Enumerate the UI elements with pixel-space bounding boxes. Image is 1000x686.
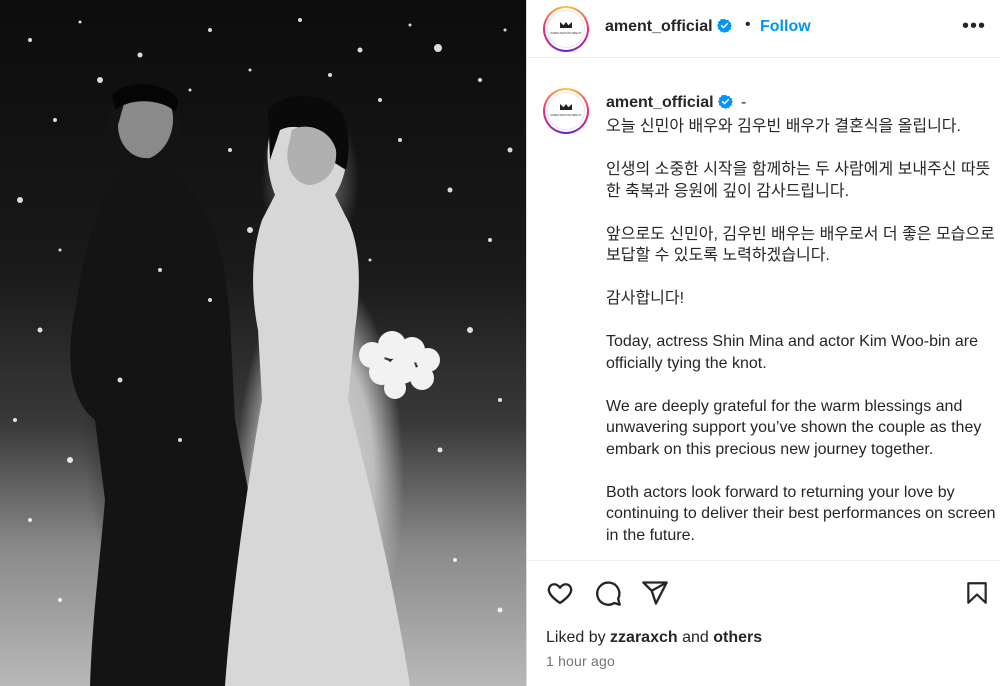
caption-paragraph: 감사합니다! bbox=[606, 290, 685, 307]
caption-paragraph: We are deeply grateful for the warm bles… bbox=[606, 397, 982, 458]
caption-paragraph: 오늘 신민아 배우와 김우빈 배우가 결혼식을 올립니다. bbox=[606, 118, 961, 135]
bookmark-icon[interactable] bbox=[964, 579, 990, 607]
caption-paragraph: Today, actress Shin Mina and actor Kim W… bbox=[606, 333, 979, 372]
follow-button[interactable]: Follow bbox=[760, 18, 811, 36]
caption-paragraph: 인생의 소중한 시작을 함께하는 두 사람에게 보내주신 따뜻한 축복과 응원에… bbox=[606, 161, 991, 200]
avatar[interactable]: AMENTERTAINMENT bbox=[543, 6, 589, 52]
post-header: AMENTERTAINMENT ament_official • Follow … bbox=[527, 0, 1000, 58]
caption-text: 오늘 신민아 배우와 김우빈 배우가 결혼식을 올립니다. 인생의 소중한 시작… bbox=[606, 116, 996, 558]
post-actions: Liked by zzaraxch and others 1 hour ago bbox=[527, 560, 1000, 686]
others-link[interactable]: others bbox=[713, 629, 762, 646]
post-panel: AMENTERTAINMENT ament_official • Follow … bbox=[526, 0, 1000, 686]
separator-dot: • bbox=[745, 16, 751, 33]
verified-badge-icon bbox=[717, 94, 733, 109]
wedding-photo bbox=[13, 18, 513, 686]
avatar-logo-text: AMENTERTAINMENT bbox=[550, 113, 582, 117]
caption-paragraph: Both actors look forward to returning yo… bbox=[606, 483, 996, 544]
username-text: ament_official bbox=[605, 18, 713, 35]
caption-author-link[interactable]: ament_official bbox=[606, 94, 733, 112]
more-options-icon[interactable]: ••• bbox=[962, 16, 986, 36]
avatar-logo-text: AMENTERTAINMENT bbox=[550, 31, 582, 35]
caption-paragraph: 앞으로도 신민아, 김우빈 배우는 배우로서 더 좋은 모습으로 보답할 수 있… bbox=[606, 225, 995, 265]
share-icon[interactable] bbox=[641, 579, 669, 607]
comment-icon[interactable] bbox=[594, 579, 622, 607]
liked-by-user-link[interactable]: zzaraxch bbox=[610, 629, 678, 646]
heart-icon[interactable] bbox=[546, 579, 574, 607]
verified-badge-icon bbox=[716, 18, 732, 33]
caption-avatar[interactable]: AMENTERTAINMENT bbox=[543, 88, 589, 134]
caption-author-text: ament_official bbox=[606, 94, 714, 111]
post-image[interactable] bbox=[0, 0, 526, 686]
username-link[interactable]: ament_official bbox=[605, 18, 732, 36]
caption-dash: - bbox=[741, 94, 747, 111]
caption-section: AMENTERTAINMENT ament_official - 오늘 신민아 … bbox=[527, 68, 1000, 558]
crown-logo-icon bbox=[560, 22, 572, 28]
likes-summary: Liked by zzaraxch and others bbox=[546, 629, 762, 647]
post-timestamp[interactable]: 1 hour ago bbox=[546, 653, 615, 669]
crown-logo-icon bbox=[560, 104, 572, 110]
likes-prefix: Liked by bbox=[546, 629, 606, 646]
likes-conjunction: and bbox=[682, 629, 709, 646]
